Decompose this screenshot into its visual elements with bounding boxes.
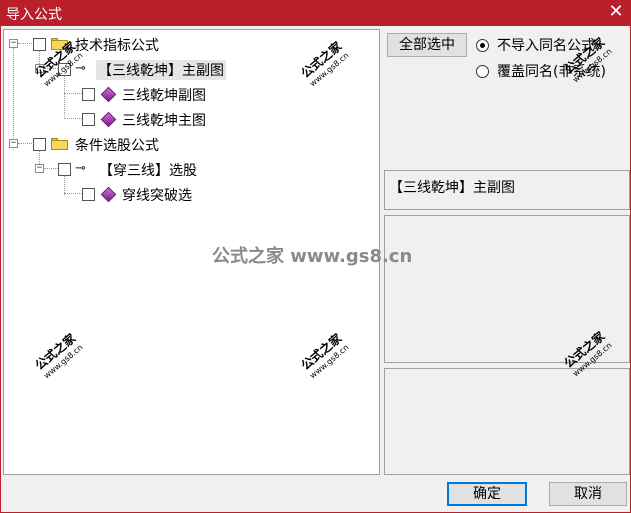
tree-label-main-chart[interactable]: 三线乾坤主图: [122, 110, 206, 130]
tree-connector: [13, 48, 14, 150]
folder-icon: [51, 38, 68, 50]
tree-connector: [18, 43, 34, 44]
tree-connector: [64, 75, 65, 119]
formula-tree[interactable]: − 技术指标公式 − ⊸ 【三线乾坤】主副图 三线乾坤副图 三线乾坤主图 − 条…: [3, 29, 380, 475]
radio-overwrite[interactable]: 覆盖同名(非系统): [476, 61, 606, 81]
radio-skip-duplicates[interactable]: 不导入同名公式: [476, 35, 595, 55]
expander-toggle[interactable]: −: [35, 64, 44, 73]
key-icon: ⊸: [75, 61, 86, 76]
watermark-stamp: 公式之家 www.gs8.cn: [298, 39, 351, 89]
tree-connector: [64, 118, 82, 119]
key-icon: ⊸: [75, 161, 86, 176]
dialog-body: − 技术指标公式 − ⊸ 【三线乾坤】主副图 三线乾坤副图 三线乾坤主图 − 条…: [0, 26, 631, 513]
tree-checkbox-screener-formulas[interactable]: [33, 138, 46, 151]
select-all-button[interactable]: 全部选中: [387, 33, 467, 57]
expander-toggle[interactable]: −: [9, 39, 18, 48]
tree-label-breakout[interactable]: 穿线突破选: [122, 185, 192, 205]
tree-label-screener-group[interactable]: 【穿三线】选股: [99, 160, 197, 180]
expander-toggle[interactable]: −: [9, 139, 18, 148]
selected-formula-name: 【三线乾坤】主副图: [384, 170, 630, 210]
tree-connector: [44, 168, 58, 169]
tree-connector: [44, 68, 58, 69]
tree-checkbox-sub-chart[interactable]: [82, 88, 95, 101]
tree-checkbox-main-chart[interactable]: [82, 113, 95, 126]
tree-connector: [64, 193, 82, 194]
radio-label-skip-duplicates: 不导入同名公式: [497, 38, 595, 54]
ok-button[interactable]: 确定: [447, 482, 527, 506]
tree-connector: [64, 175, 65, 195]
expander-toggle[interactable]: −: [35, 164, 44, 173]
folder-icon: [51, 138, 68, 150]
title-bar: 导入公式 ✕: [0, 0, 631, 26]
tree-label-group-main-sub[interactable]: 【三线乾坤】主副图: [96, 60, 226, 80]
tree-label-sub-chart[interactable]: 三线乾坤副图: [122, 85, 206, 105]
tree-checkbox-screener-group[interactable]: [58, 163, 71, 176]
close-icon[interactable]: ✕: [607, 2, 625, 22]
tree-label-screener-formulas[interactable]: 条件选股公式: [75, 135, 159, 155]
window-title: 导入公式: [6, 7, 62, 23]
formula-gem-icon: [100, 111, 117, 128]
formula-description-panel: [384, 215, 630, 363]
tree-checkbox-group[interactable]: [58, 63, 71, 76]
formula-detail-panel: [384, 368, 630, 475]
radio-indicator-unchecked[interactable]: [476, 64, 489, 78]
tree-checkbox-breakout[interactable]: [82, 188, 95, 201]
tree-connector: [64, 93, 82, 94]
watermark-stamp: 公式之家 www.gs8.cn: [298, 331, 351, 381]
tree-checkbox-indicator-formulas[interactable]: [33, 38, 46, 51]
cancel-button[interactable]: 取消: [549, 482, 627, 506]
watermark-stamp: 公式之家 www.gs8.cn: [32, 331, 85, 381]
radio-label-overwrite: 覆盖同名(非系统): [497, 64, 606, 80]
formula-gem-icon: [100, 186, 117, 203]
tree-connector: [18, 143, 34, 144]
radio-indicator-checked[interactable]: [476, 38, 489, 52]
tree-label-indicator-formulas[interactable]: 技术指标公式: [75, 35, 159, 55]
formula-gem-icon: [100, 86, 117, 103]
